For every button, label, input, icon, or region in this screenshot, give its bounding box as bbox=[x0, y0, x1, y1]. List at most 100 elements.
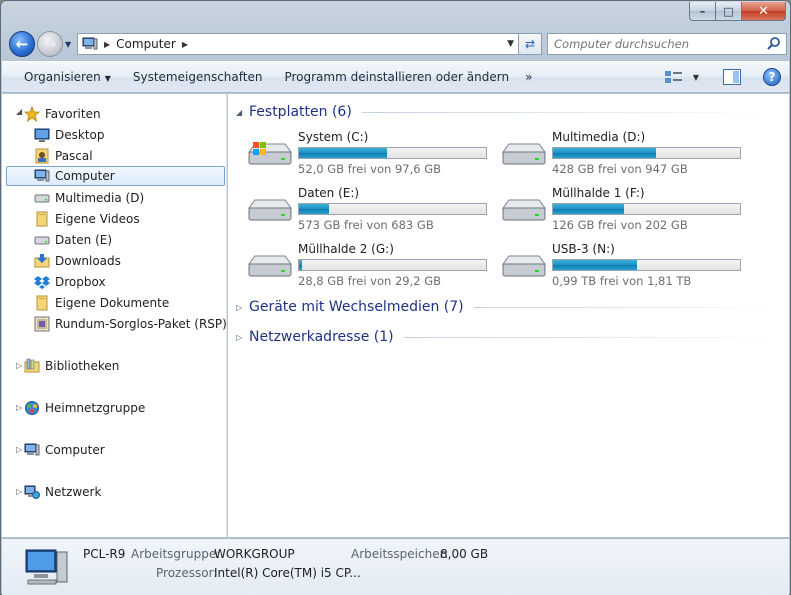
drive-name: Müllhalde 1 (F:) bbox=[552, 186, 645, 200]
sidebar-item-dropbox[interactable]: Dropbox bbox=[34, 272, 106, 292]
libraries-expander-icon[interactable]: ▷ bbox=[16, 361, 22, 370]
sidebar-item-label: Daten (E) bbox=[55, 233, 113, 247]
maximize-button[interactable]: □ bbox=[716, 2, 742, 21]
expand-icon: ▷ bbox=[236, 302, 243, 312]
sidebar-item-eigene-dokumente[interactable]: Eigene Dokumente bbox=[34, 293, 169, 313]
drive-usage-bar bbox=[552, 203, 741, 215]
drive-name: Multimedia (D:) bbox=[552, 130, 646, 144]
workgroup-value: WORKGROUP bbox=[214, 547, 295, 561]
chevron-right-icon[interactable]: ▶ bbox=[104, 40, 110, 49]
view-options-dropdown[interactable]: ▼ bbox=[693, 73, 699, 82]
drive-usage-bar bbox=[552, 259, 741, 271]
recent-pages-dropdown[interactable]: ▼ bbox=[65, 40, 71, 49]
system-drive-icon bbox=[248, 142, 292, 165]
chevron-right-icon[interactable]: ▶ bbox=[182, 40, 188, 49]
sidebar-item-rsp[interactable]: Rundum-Sorglos-Paket (RSP) bbox=[34, 314, 227, 334]
breadcrumb-computer[interactable]: Computer bbox=[116, 37, 176, 51]
homegroup-icon bbox=[25, 401, 39, 415]
group-header-removable[interactable]: ▷ Geräte mit Wechselmedien (7) bbox=[236, 299, 781, 315]
sidebar-item-network[interactable]: Netzwerk bbox=[24, 482, 101, 502]
sidebar-item-computer[interactable]: Computer bbox=[6, 166, 225, 186]
more-commands-button[interactable]: » bbox=[517, 70, 540, 84]
workgroup-label: Arbeitsgruppe: bbox=[131, 547, 221, 561]
drive-tile-n[interactable]: USB-3 (N:) 0,99 TB frei von 1,81 TB bbox=[499, 242, 749, 294]
system-properties-button[interactable]: Systemeigenschaften bbox=[125, 70, 271, 84]
drive-usage-bar bbox=[552, 147, 741, 159]
group-divider bbox=[403, 336, 781, 338]
help-button[interactable]: ? bbox=[763, 68, 781, 86]
computer-expander-icon[interactable]: ▷ bbox=[16, 445, 22, 454]
group-title: Geräte mit Wechselmedien (7) bbox=[249, 299, 464, 315]
drive-usage-fill bbox=[553, 148, 656, 158]
address-history-dropdown[interactable]: ▼ bbox=[507, 39, 514, 49]
favorites-expander-icon[interactable]: ◢ bbox=[16, 107, 22, 116]
computer-icon bbox=[24, 443, 40, 456]
drive-name: Müllhalde 2 (G:) bbox=[298, 242, 394, 256]
minimize-button[interactable]: – bbox=[689, 2, 716, 21]
memory-label: Arbeitsspeicher: bbox=[351, 547, 449, 561]
sidebar-item-label: Desktop bbox=[55, 128, 105, 142]
forward-button[interactable]: → bbox=[37, 31, 63, 57]
drive-tile-d[interactable]: Multimedia (D:) 428 GB frei von 947 GB bbox=[499, 130, 749, 182]
sidebar-item-label: Computer bbox=[55, 169, 115, 183]
computer-name: PCL-R9 bbox=[83, 547, 126, 561]
sidebar-item-label: Dropbox bbox=[55, 275, 106, 289]
sidebar-item-libraries[interactable]: Bibliotheken bbox=[24, 356, 119, 376]
sidebar-item-homegroup[interactable]: Heimnetzgruppe bbox=[24, 398, 145, 418]
address-bar[interactable]: ▶ Computer ▶ ▼ bbox=[77, 33, 519, 55]
search-input[interactable] bbox=[554, 37, 754, 51]
back-button[interactable]: ← bbox=[9, 31, 35, 57]
sidebar-item-eigene-videos[interactable]: Eigene Videos bbox=[34, 209, 140, 229]
drive-icon bbox=[34, 194, 50, 203]
refresh-icon: ⇄ bbox=[524, 37, 536, 51]
computer-icon bbox=[25, 549, 68, 585]
drive-usage-bar bbox=[298, 147, 487, 159]
drive-usage-fill bbox=[553, 260, 638, 270]
drive-tile-f[interactable]: Müllhalde 1 (F:) 126 GB frei von 202 GB bbox=[499, 186, 749, 238]
sidebar-item-label: Multimedia (D) bbox=[55, 191, 145, 205]
group-header-network[interactable]: ▷ Netzwerkadresse (1) bbox=[236, 329, 781, 345]
refresh-button[interactable]: ⇄ bbox=[519, 33, 542, 55]
sidebar-item-label: Eigene Videos bbox=[55, 212, 140, 226]
drive-free-space: 126 GB frei von 202 GB bbox=[552, 218, 688, 232]
arrow-right-icon: → bbox=[43, 35, 57, 53]
sidebar-item-desktop[interactable]: Desktop bbox=[34, 125, 105, 145]
drive-free-space: 28,8 GB frei von 29,2 GB bbox=[298, 274, 442, 288]
search-box[interactable] bbox=[547, 33, 787, 55]
drive-name: USB-3 (N:) bbox=[552, 242, 615, 256]
sidebar-item-multimedia[interactable]: Multimedia (D) bbox=[34, 188, 144, 208]
drive-free-space: 0,99 TB frei von 1,81 TB bbox=[552, 274, 692, 288]
command-bar: Organisieren ▼ Systemeigenschaften Progra… bbox=[2, 61, 789, 93]
star-icon bbox=[24, 106, 40, 122]
network-expander-icon[interactable]: ▷ bbox=[16, 487, 22, 496]
homegroup-expander-icon[interactable]: ▷ bbox=[16, 403, 22, 412]
organize-label: Organisieren bbox=[24, 70, 101, 84]
search-icon[interactable] bbox=[766, 36, 782, 52]
processor-value: Intel(R) Core(TM) i5 CP... bbox=[214, 566, 361, 580]
close-button[interactable]: ✕ bbox=[742, 2, 786, 21]
preview-pane-icon[interactable] bbox=[723, 69, 741, 85]
drive-usage-fill bbox=[553, 204, 625, 214]
address-row: ← → ▼ ▶ Computer ▶ ▼ ⇄ bbox=[7, 30, 787, 58]
drive-tile-e[interactable]: Daten (E:) 573 GB frei von 683 GB bbox=[245, 186, 495, 238]
sidebar-item-downloads[interactable]: Downloads bbox=[34, 251, 121, 271]
navigation-pane: ◢ Favoriten Desktop Pascal Computer Mult… bbox=[2, 94, 227, 537]
sidebar-item-pascal[interactable]: Pascal bbox=[34, 146, 93, 166]
sidebar-item-computer-root[interactable]: Computer bbox=[24, 440, 105, 460]
caption-buttons: – □ ✕ bbox=[689, 2, 786, 21]
drive-icon bbox=[502, 255, 546, 277]
drive-tile-g[interactable]: Müllhalde 2 (G:) 28,8 GB frei von 29,2 G… bbox=[245, 242, 495, 294]
sidebar-item-daten[interactable]: Daten (E) bbox=[34, 230, 112, 250]
uninstall-program-button[interactable]: Programm deinstallieren oder ändern bbox=[276, 70, 517, 84]
details-pane: PCL-R9 Arbeitsgruppe: WORKGROUP Arbeitss… bbox=[2, 538, 789, 595]
drive-usage-fill bbox=[299, 204, 329, 214]
group-header-hard-drives[interactable]: ◢ Festplatten (6) bbox=[236, 104, 781, 120]
drive-tile-c[interactable]: System (C:) 52,0 GB frei von 97,6 GB bbox=[245, 130, 495, 182]
change-view-icon[interactable] bbox=[663, 68, 685, 86]
sidebar-item-label: Rundum-Sorglos-Paket (RSP) bbox=[55, 317, 227, 331]
folder-icon bbox=[36, 295, 48, 311]
organize-menu[interactable]: Organisieren ▼ bbox=[16, 70, 119, 84]
group-title: Netzwerkadresse (1) bbox=[249, 329, 394, 345]
memory-value: 8,00 GB bbox=[440, 547, 489, 561]
favorites-header[interactable]: Favoriten bbox=[24, 104, 101, 124]
